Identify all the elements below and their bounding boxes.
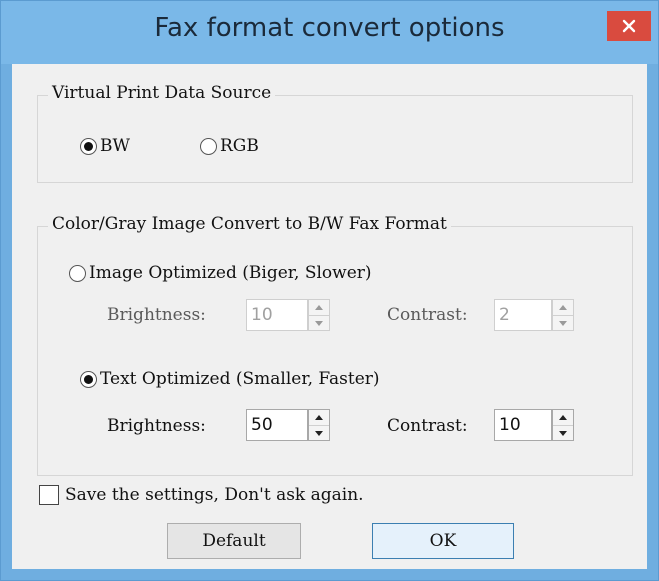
text-contrast-spinner[interactable]: [552, 409, 574, 441]
title-bar[interactable]: Fax format convert options: [1, 1, 658, 64]
image-contrast-spinner[interactable]: [552, 299, 574, 331]
image-brightness-input[interactable]: 10: [246, 299, 308, 331]
convert-group: Color/Gray Image Convert to B/W Fax Form…: [37, 214, 633, 476]
spin-up-icon: [315, 305, 323, 310]
save-settings-row[interactable]: Save the settings, Don't ask again.: [39, 485, 364, 505]
image-contrast-label: Contrast:: [387, 305, 468, 325]
image-brightness-label: Brightness:: [107, 305, 206, 325]
spin-down-icon: [559, 431, 567, 436]
radio-image-optimized-indicator[interactable]: [69, 264, 86, 282]
text-brightness-input[interactable]: 50: [246, 409, 308, 441]
image-contrast-input[interactable]: 2: [494, 299, 552, 331]
spin-up-icon: [559, 305, 567, 310]
spin-up-icon: [315, 415, 323, 420]
ok-button[interactable]: OK: [372, 523, 514, 559]
text-contrast-input[interactable]: 10: [494, 409, 552, 441]
radio-image-optimized[interactable]: Image Optimized (Biger, Slower): [69, 263, 372, 283]
dialog-title: Fax format convert options: [154, 13, 505, 43]
close-icon: [622, 19, 636, 33]
text-brightness-label: Brightness:: [107, 416, 206, 436]
radio-image-optimized-label: Image Optimized (Biger, Slower): [89, 263, 372, 283]
spin-down-icon: [315, 321, 323, 326]
radio-text-optimized[interactable]: Text Optimized (Smaller, Faster): [80, 369, 380, 389]
radio-text-optimized-label: Text Optimized (Smaller, Faster): [100, 369, 380, 389]
spin-down-icon: [315, 431, 323, 436]
save-settings-checkbox[interactable]: [39, 485, 59, 505]
radio-rgb-indicator[interactable]: [200, 137, 217, 155]
close-button[interactable]: [607, 11, 651, 41]
spin-up-icon: [559, 415, 567, 420]
radio-rgb-label: RGB: [220, 136, 259, 156]
radio-text-optimized-indicator[interactable]: [80, 370, 97, 388]
text-contrast-label: Contrast:: [387, 416, 468, 436]
save-settings-label: Save the settings, Don't ask again.: [65, 485, 364, 505]
default-button[interactable]: Default: [167, 523, 301, 559]
radio-rgb[interactable]: RGB: [200, 136, 259, 156]
spin-down-icon: [559, 321, 567, 326]
radio-bw[interactable]: BW: [80, 136, 130, 156]
radio-bw-indicator[interactable]: [80, 137, 97, 155]
radio-bw-label: BW: [100, 136, 130, 156]
text-brightness-spinner[interactable]: [308, 409, 330, 441]
image-brightness-spinner[interactable]: [308, 299, 330, 331]
source-group-title: Virtual Print Data Source: [48, 83, 276, 103]
dialog-body: Virtual Print Data Source BW RGB Color/G…: [12, 64, 647, 569]
convert-group-title: Color/Gray Image Convert to B/W Fax Form…: [48, 214, 451, 234]
dialog-window: Fax format convert options Virtual Print…: [0, 0, 659, 581]
source-group: Virtual Print Data Source BW RGB: [37, 83, 633, 183]
